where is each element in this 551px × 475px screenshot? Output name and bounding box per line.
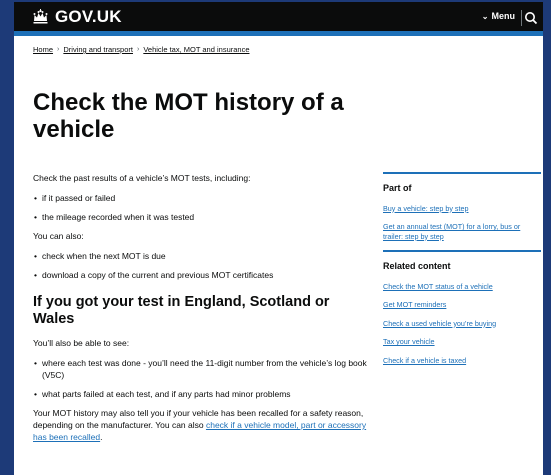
list-item: check when the next MOT is due bbox=[33, 250, 373, 262]
breadcrumb-home[interactable]: Home bbox=[33, 45, 53, 54]
list-item: Buy a vehicle: step by step bbox=[383, 204, 541, 214]
list-item: if it passed or failed bbox=[33, 192, 373, 204]
see-list: where each test was done - you’ll need t… bbox=[33, 357, 373, 400]
intro-text: Check the past results of a vehicle’s MO… bbox=[33, 173, 251, 183]
main-content: Check the past results of a vehicle’s MO… bbox=[33, 172, 373, 451]
list-item: Check the MOT status of a vehicle bbox=[383, 282, 541, 292]
part-of-heading: Part of bbox=[383, 183, 412, 193]
related-heading: Related content bbox=[383, 261, 451, 271]
part-of-list: Buy a vehicle: step by step Get an annua… bbox=[383, 204, 541, 242]
list-item: Check a used vehicle you’re buying bbox=[383, 319, 541, 329]
related-sidebar: Part of Buy a vehicle: step by step Get … bbox=[383, 172, 541, 374]
related-link-mot-reminders[interactable]: Get MOT reminders bbox=[383, 300, 446, 309]
results-list: if it passed or failed the mileage recor… bbox=[33, 192, 373, 223]
sidebar-rule bbox=[383, 172, 541, 174]
related-section: Related content Check the MOT status of … bbox=[383, 250, 541, 365]
breadcrumb-driving[interactable]: Driving and transport bbox=[63, 45, 133, 54]
related-link-used-vehicle[interactable]: Check a used vehicle you’re buying bbox=[383, 319, 496, 328]
govuk-logo-link[interactable]: GOV.UK bbox=[32, 7, 122, 27]
recall-end: . bbox=[100, 432, 103, 442]
chevron-right-icon: › bbox=[136, 46, 140, 53]
crown-icon bbox=[33, 9, 48, 24]
breadcrumb-vehicle-tax[interactable]: Vehicle tax, MOT and insurance bbox=[143, 45, 249, 54]
search-icon[interactable] bbox=[523, 10, 539, 26]
list-item: the mileage recorded when it was tested bbox=[33, 211, 373, 223]
section-heading: If you got your test in England, Scotlan… bbox=[33, 294, 330, 327]
menu-label: Menu bbox=[491, 11, 516, 21]
recall-paragraph: Your MOT history may also tell you if yo… bbox=[33, 407, 373, 443]
govuk-header: GOV.UK ⌄ Menu bbox=[14, 2, 543, 36]
list-item: Check if a vehicle is taxed bbox=[383, 356, 541, 366]
related-link-mot-status[interactable]: Check the MOT status of a vehicle bbox=[383, 282, 493, 291]
page-title: Check the MOT history of a vehicle bbox=[33, 89, 344, 143]
header-divider bbox=[521, 10, 522, 26]
menu-button[interactable]: ⌄ Menu bbox=[482, 11, 515, 21]
chevron-down-icon: ⌄ bbox=[481, 11, 489, 21]
also-list: check when the next MOT is due download … bbox=[33, 250, 373, 281]
sidebar-rule bbox=[383, 250, 541, 252]
related-link-tax-vehicle[interactable]: Tax your vehicle bbox=[383, 337, 435, 346]
logo-text: GOV.UK bbox=[55, 6, 122, 26]
related-link-taxed[interactable]: Check if a vehicle is taxed bbox=[383, 356, 466, 365]
list-item: where each test was done - you’ll need t… bbox=[33, 357, 373, 381]
list-item: download a copy of the current and previ… bbox=[33, 269, 373, 281]
also-text: You can also: bbox=[33, 231, 84, 241]
list-item: Get an annual test (MOT) for a lorry, bu… bbox=[383, 222, 541, 241]
related-list: Check the MOT status of a vehicle Get MO… bbox=[383, 282, 541, 366]
breadcrumb: Home › Driving and transport › Vehicle t… bbox=[33, 45, 250, 54]
also-see-text: You’ll also be able to see: bbox=[33, 338, 130, 348]
part-of-link-buy-vehicle[interactable]: Buy a vehicle: step by step bbox=[383, 204, 469, 213]
list-item: Tax your vehicle bbox=[383, 337, 541, 347]
list-item: Get MOT reminders bbox=[383, 300, 541, 310]
part-of-link-annual-test[interactable]: Get an annual test (MOT) for a lorry, bu… bbox=[383, 222, 520, 241]
list-item: what parts failed at each test, and if a… bbox=[33, 388, 373, 400]
chevron-right-icon: › bbox=[57, 46, 60, 53]
